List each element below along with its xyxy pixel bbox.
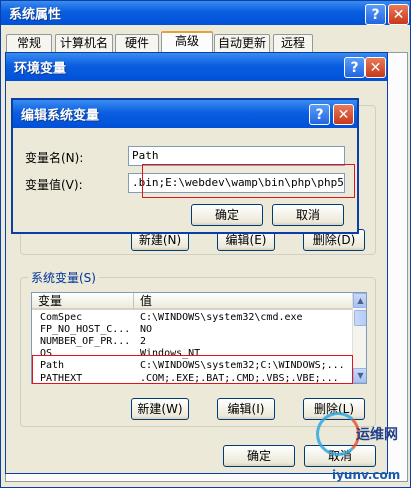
tab-hardware[interactable]: 硬件 xyxy=(115,34,159,52)
row-value: 2 xyxy=(140,336,147,347)
close-button[interactable]: ✕ xyxy=(388,4,409,25)
edit-cancel-button[interactable]: 取消 xyxy=(272,204,344,226)
watermark-swirl-icon xyxy=(316,412,360,456)
system-properties-title: 系统属性 xyxy=(9,7,62,23)
scroll-down-icon[interactable]: ▼ xyxy=(353,368,366,383)
environment-variables-title: 环境变量 xyxy=(14,61,67,77)
tab-computer-name[interactable]: 计算机名 xyxy=(55,34,113,52)
edit-help-button[interactable]: ? xyxy=(309,104,330,125)
watermark-line1: 运维网 xyxy=(356,427,398,443)
system-new-button[interactable]: 新建(W) xyxy=(131,398,189,420)
edit-close-button[interactable]: ✕ xyxy=(333,104,354,125)
edit-dialog-titlebar: 编辑系统变量 ? ✕ xyxy=(13,100,357,128)
environment-variables-titlebar: 环境变量 ? ✕ xyxy=(6,53,387,81)
watermark: 运维网 iyunv.com xyxy=(312,412,411,488)
env-help-button[interactable]: ? xyxy=(344,57,365,78)
env-ok-button[interactable]: 确定 xyxy=(223,445,295,467)
list-scrollbar[interactable]: ▲ ▼ xyxy=(352,293,366,383)
tab-remote[interactable]: 远程 xyxy=(273,34,313,52)
row-value: C:\WINDOWS\system32\cmd.exe xyxy=(140,312,303,323)
value-field-highlight xyxy=(142,164,355,198)
variable-name-label: 变量名(N): xyxy=(25,151,84,165)
edit-ok-button[interactable]: 确定 xyxy=(191,204,263,226)
edit-system-variable-dialog: 编辑系统变量 ? ✕ 变量名(N): Path 变量值(V): .bin;E:\… xyxy=(11,98,359,234)
system-properties-titlebar: 系统属性 ? ✕ xyxy=(1,1,410,25)
env-close-button[interactable]: ✕ xyxy=(365,57,386,78)
tab-general[interactable]: 常规 xyxy=(6,34,52,52)
tab-advanced[interactable]: 高级 xyxy=(161,31,213,53)
variable-value-label: 变量值(V): xyxy=(25,178,83,192)
scroll-thumb[interactable] xyxy=(354,310,366,326)
column-header-value[interactable]: 值 xyxy=(134,293,352,310)
system-edit-button[interactable]: 编辑(I) xyxy=(217,398,275,420)
system-variables-label: 系统变量(S) xyxy=(28,269,99,286)
row-value: NO xyxy=(140,324,153,335)
scroll-up-icon[interactable]: ▲ xyxy=(353,293,366,308)
column-header-variable[interactable]: 变量 xyxy=(32,293,134,310)
edit-dialog-title: 编辑系统变量 xyxy=(21,108,100,124)
row-variable: FP_NO_HOST_C... xyxy=(40,324,131,335)
row-variable: ComSpec xyxy=(40,312,83,323)
path-row-highlight xyxy=(32,355,353,384)
tab-automatic-updates[interactable]: 自动更新 xyxy=(214,34,270,52)
watermark-line2: iyunv.com xyxy=(332,468,401,482)
help-button[interactable]: ? xyxy=(365,4,386,25)
row-variable: NUMBER_OF_PR... xyxy=(40,336,131,347)
variable-name-field[interactable]: Path xyxy=(128,146,345,166)
